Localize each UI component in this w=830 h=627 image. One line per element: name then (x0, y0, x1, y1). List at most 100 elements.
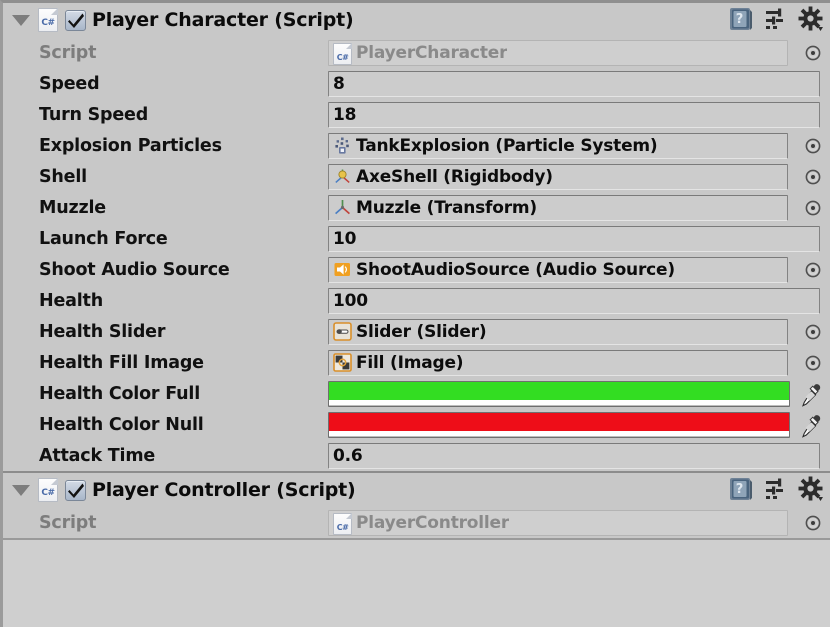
field-value: ShootAudioSource (Audio Source) (356, 260, 675, 280)
settings-gear-icon[interactable] (798, 476, 824, 506)
color-field[interactable] (328, 412, 790, 438)
property-row: Explosion Particles TankExplosion (Partic… (3, 130, 830, 161)
foldout-arrow-icon[interactable] (12, 15, 30, 26)
property-field-wrapper: 8 (328, 71, 830, 97)
property-field-wrapper: C#PlayerController (328, 510, 830, 536)
rigidbody-icon (333, 167, 352, 186)
property-row: Health Color Full (3, 378, 830, 409)
csharp-icon-label: C# (39, 18, 57, 28)
preset-icon[interactable] (763, 476, 789, 506)
object-reference-field[interactable]: Fill (Image) (328, 350, 788, 376)
property-row: ScriptC#PlayerCharacter (3, 37, 830, 68)
property-label: Explosion Particles (3, 136, 328, 156)
component-enabled-checkbox[interactable] (65, 10, 86, 31)
property-list: ScriptC#PlayerCharacterSpeed8Turn Speed1… (3, 37, 830, 471)
eyedropper-icon[interactable] (800, 382, 824, 412)
settings-gear-icon[interactable] (798, 6, 824, 36)
field-value: Slider (Slider) (356, 322, 486, 342)
color-swatch (329, 413, 789, 431)
property-label: Shell (3, 167, 328, 187)
property-row: Turn Speed18 (3, 99, 830, 130)
object-picker-icon[interactable] (804, 168, 822, 190)
field-value: 8 (333, 74, 345, 94)
object-reference-field[interactable]: Muzzle (Transform) (328, 195, 788, 221)
property-row: Shoot Audio Source ShootAudioSource (Audi… (3, 254, 830, 285)
property-label: Health Slider (3, 322, 328, 342)
field-value: 18 (333, 105, 356, 125)
component-header-player-controller[interactable]: C# Player Controller (Script)? (3, 473, 830, 507)
object-reference-field[interactable]: Slider (Slider) (328, 319, 788, 345)
property-field-wrapper: Slider (Slider) (328, 319, 830, 345)
number-input[interactable]: 10 (328, 226, 820, 252)
eyedropper-icon[interactable] (800, 413, 824, 443)
inspector-empty-area (3, 540, 830, 627)
color-field[interactable] (328, 381, 790, 407)
property-field-wrapper: Fill (Image) (328, 350, 830, 376)
preset-icon[interactable] (763, 6, 789, 36)
property-row: Attack Time0.6 (3, 440, 830, 471)
property-row: Speed8 (3, 68, 830, 99)
field-value: AxeShell (Rigidbody) (356, 167, 553, 187)
slider-icon (333, 322, 352, 341)
component-player-character: C#Player Character (Script)?ScriptC#Play… (3, 3, 830, 471)
object-reference-field[interactable]: TankExplosion (Particle System) (328, 133, 788, 159)
csharp-script-icon: C# (333, 43, 352, 62)
property-field-wrapper: TankExplosion (Particle System) (328, 133, 830, 159)
property-field-wrapper: 10 (328, 226, 830, 252)
script-reference-field[interactable]: C#PlayerController (328, 510, 788, 536)
object-picker-icon[interactable] (804, 199, 822, 221)
component-header-icons: ? (728, 476, 824, 506)
component-enabled-checkbox[interactable] (65, 480, 86, 501)
property-label: Launch Force (3, 229, 328, 249)
property-label: Script (3, 43, 328, 63)
object-picker-icon[interactable] (804, 354, 822, 376)
object-reference-field[interactable]: ShootAudioSource (Audio Source) (328, 257, 788, 283)
property-label: Health (3, 291, 328, 311)
property-label: Shoot Audio Source (3, 260, 328, 280)
field-value: PlayerCharacter (356, 43, 507, 63)
csharp-script-icon: C# (38, 478, 58, 502)
property-label: Health Color Null (3, 415, 328, 435)
property-label: Muzzle (3, 198, 328, 218)
property-row: Shell AxeShell (Rigidbody) (3, 161, 830, 192)
property-label: Attack Time (3, 446, 328, 466)
property-row: Health100 (3, 285, 830, 316)
csharp-script-icon: C# (38, 8, 58, 32)
object-picker-icon[interactable] (804, 514, 822, 536)
field-value: Muzzle (Transform) (356, 198, 537, 218)
number-input[interactable]: 100 (328, 288, 820, 314)
component-title: Player Controller (Script) (92, 479, 356, 501)
object-picker-icon[interactable] (804, 261, 822, 283)
number-input[interactable]: 8 (328, 71, 820, 97)
object-picker-icon[interactable] (804, 323, 822, 345)
field-value: PlayerController (356, 513, 509, 533)
unity-inspector-panel: C#Player Character (Script)?ScriptC#Play… (0, 0, 830, 627)
component-header-player-character[interactable]: C#Player Character (Script)? (3, 3, 830, 37)
property-field-wrapper: Muzzle (Transform) (328, 195, 830, 221)
object-picker-icon[interactable] (804, 44, 822, 66)
color-alpha-bar (329, 400, 789, 405)
property-label: Script (3, 513, 328, 533)
property-field-wrapper: 18 (328, 102, 830, 128)
field-value: TankExplosion (Particle System) (356, 136, 658, 156)
property-field-wrapper: 100 (328, 288, 830, 314)
help-icon[interactable]: ? (728, 6, 754, 36)
help-icon[interactable]: ? (728, 476, 754, 506)
field-value: Fill (Image) (356, 353, 463, 373)
field-value: 100 (333, 291, 368, 311)
foldout-arrow-icon[interactable] (12, 485, 30, 496)
number-input[interactable]: 18 (328, 102, 820, 128)
object-reference-field[interactable]: AxeShell (Rigidbody) (328, 164, 788, 190)
component-player-controller: C# Player Controller (Script)? ScriptC#Pla… (3, 473, 830, 538)
property-label: Speed (3, 74, 328, 94)
property-label: Health Color Full (3, 384, 328, 404)
property-field-wrapper: C#PlayerCharacter (328, 40, 830, 66)
property-field-wrapper: AxeShell (Rigidbody) (328, 164, 830, 190)
number-input[interactable]: 0.6 (328, 443, 820, 469)
transform-icon (333, 198, 352, 217)
image-icon (333, 353, 352, 372)
csharp-icon-label: C# (39, 488, 57, 498)
particle-system-icon (333, 136, 352, 155)
object-picker-icon[interactable] (804, 137, 822, 159)
script-reference-field[interactable]: C#PlayerCharacter (328, 40, 788, 66)
